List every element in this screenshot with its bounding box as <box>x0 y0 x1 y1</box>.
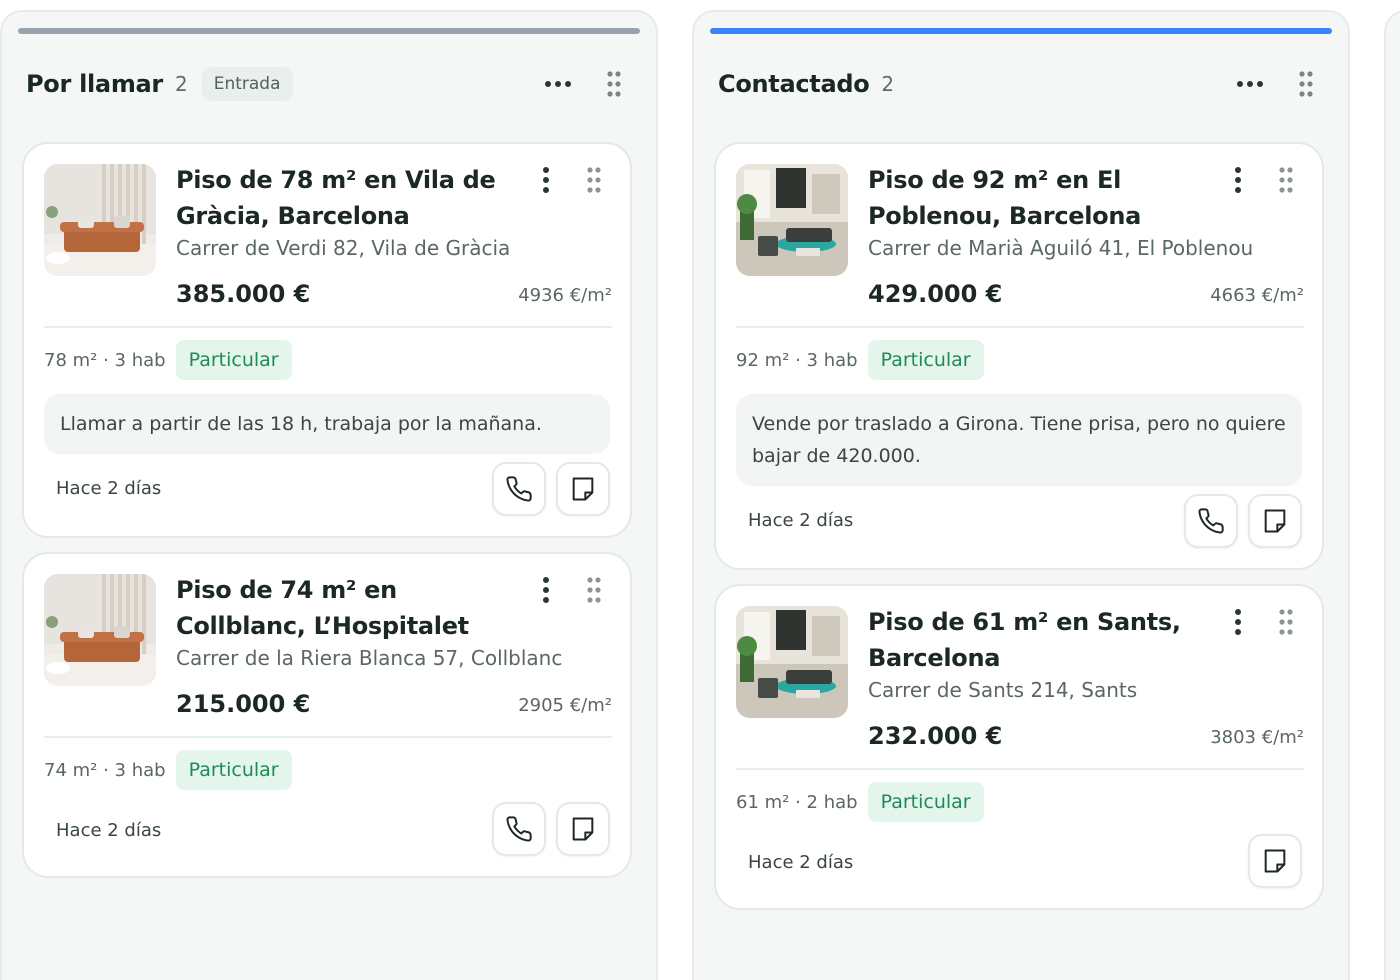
card-divider <box>736 768 1304 770</box>
card-divider <box>736 326 1304 328</box>
property-specs: 78 m² · 3 hab Particular <box>44 340 292 380</box>
column-badge: Entrada <box>201 67 293 101</box>
phone-icon <box>506 476 532 502</box>
seller-type-tag: Particular <box>867 782 984 822</box>
more-horizontal-icon[interactable] <box>540 66 576 102</box>
drag-handle-icon[interactable] <box>576 162 612 198</box>
column-header: Por llamar 2 Entrada <box>26 64 632 104</box>
column-header: Contactado 2 <box>718 64 1324 104</box>
drag-handle-icon[interactable] <box>1268 162 1304 198</box>
phone-icon <box>506 816 532 842</box>
property-address: Carrer de la Riera Blanca 57, Collblanc <box>176 646 563 670</box>
price-per-m2: 4936 €/m² <box>518 285 612 306</box>
property-specs: 92 m² · 3 hab Particular <box>736 340 984 380</box>
last-updated: Hace 2 días <box>56 820 162 841</box>
column-color-bar <box>18 28 640 34</box>
property-photo <box>44 164 156 276</box>
drag-handle-icon[interactable] <box>576 572 612 608</box>
note-icon <box>1264 509 1286 533</box>
property-photo <box>736 606 848 718</box>
property-title[interactable]: Piso de 92 m² en El Poblenou, Barcelona <box>868 162 1208 234</box>
card-divider <box>44 326 612 328</box>
call-button[interactable] <box>1184 494 1238 548</box>
last-updated: Hace 2 días <box>748 852 854 873</box>
seller-type-tag: Particular <box>175 340 292 380</box>
note-icon <box>572 477 594 501</box>
call-button[interactable] <box>492 802 546 856</box>
column-count: 2 <box>174 72 188 96</box>
property-address: Carrer de Marià Aguiló 41, El Poblenou <box>868 236 1254 260</box>
property-specs: 61 m² · 2 hab Particular <box>736 782 984 822</box>
property-title[interactable]: Piso de 78 m² en Vila de Gràcia, Barcelo… <box>176 162 516 234</box>
kanban-column-next <box>1384 10 1400 980</box>
column-title: Por llamar <box>26 70 163 98</box>
property-address: Carrer de Sants 214, Sants <box>868 678 1138 702</box>
card-divider <box>44 736 612 738</box>
drag-handle-icon[interactable] <box>596 66 632 102</box>
property-price: 385.000 € <box>176 280 311 308</box>
lead-note: Llamar a partir de las 18 h, trabaja por… <box>44 394 610 454</box>
note-icon <box>572 817 594 841</box>
property-specs: 74 m² · 3 hab Particular <box>44 750 292 790</box>
phone-icon <box>1198 508 1224 534</box>
specs-text: 74 m² · 3 hab <box>44 759 166 781</box>
price-per-m2: 3803 €/m² <box>1210 727 1304 748</box>
kanban-column-por-llamar: Por llamar 2 Entrada Piso de 78 m² en Vi… <box>0 10 658 980</box>
note-button[interactable] <box>1248 834 1302 888</box>
specs-text: 92 m² · 3 hab <box>736 349 858 371</box>
property-title[interactable]: Piso de 61 m² en Sants, Barcelona <box>868 604 1208 676</box>
more-vertical-icon[interactable] <box>528 162 564 198</box>
note-button[interactable] <box>1248 494 1302 548</box>
property-photo <box>736 164 848 276</box>
lead-card[interactable]: Piso de 61 m² en Sants, Barcelona Carrer… <box>714 584 1324 910</box>
note-button[interactable] <box>556 802 610 856</box>
lead-card[interactable]: Piso de 78 m² en Vila de Gràcia, Barcelo… <box>22 142 632 538</box>
lead-note: Vende por traslado a Girona. Tiene prisa… <box>736 394 1302 486</box>
specs-text: 61 m² · 2 hab <box>736 791 858 813</box>
property-photo <box>44 574 156 686</box>
property-price: 215.000 € <box>176 690 311 718</box>
column-title: Contactado <box>718 70 870 98</box>
seller-type-tag: Particular <box>175 750 292 790</box>
seller-type-tag: Particular <box>867 340 984 380</box>
more-vertical-icon[interactable] <box>1220 604 1256 640</box>
drag-handle-icon[interactable] <box>1268 604 1304 640</box>
property-price: 429.000 € <box>868 280 1003 308</box>
kanban-column-contactado: Contactado 2 Piso de 92 m² en El Pobleno… <box>692 10 1350 980</box>
lead-card[interactable]: Piso de 92 m² en El Poblenou, Barcelona … <box>714 142 1324 570</box>
column-count: 2 <box>881 72 895 96</box>
property-price: 232.000 € <box>868 722 1003 750</box>
last-updated: Hace 2 días <box>748 510 854 531</box>
more-vertical-icon[interactable] <box>528 572 564 608</box>
more-horizontal-icon[interactable] <box>1232 66 1268 102</box>
note-button[interactable] <box>556 462 610 516</box>
property-address: Carrer de Verdi 82, Vila de Gràcia <box>176 236 511 260</box>
lead-card[interactable]: Piso de 74 m² en Collblanc, L’Hospitalet… <box>22 552 632 878</box>
drag-handle-icon[interactable] <box>1288 66 1324 102</box>
call-button[interactable] <box>492 462 546 516</box>
note-icon <box>1264 849 1286 873</box>
last-updated: Hace 2 días <box>56 478 162 499</box>
property-title[interactable]: Piso de 74 m² en Collblanc, L’Hospitalet <box>176 572 516 644</box>
specs-text: 78 m² · 3 hab <box>44 349 166 371</box>
price-per-m2: 2905 €/m² <box>518 695 612 716</box>
column-color-bar <box>710 28 1332 34</box>
more-vertical-icon[interactable] <box>1220 162 1256 198</box>
price-per-m2: 4663 €/m² <box>1210 285 1304 306</box>
